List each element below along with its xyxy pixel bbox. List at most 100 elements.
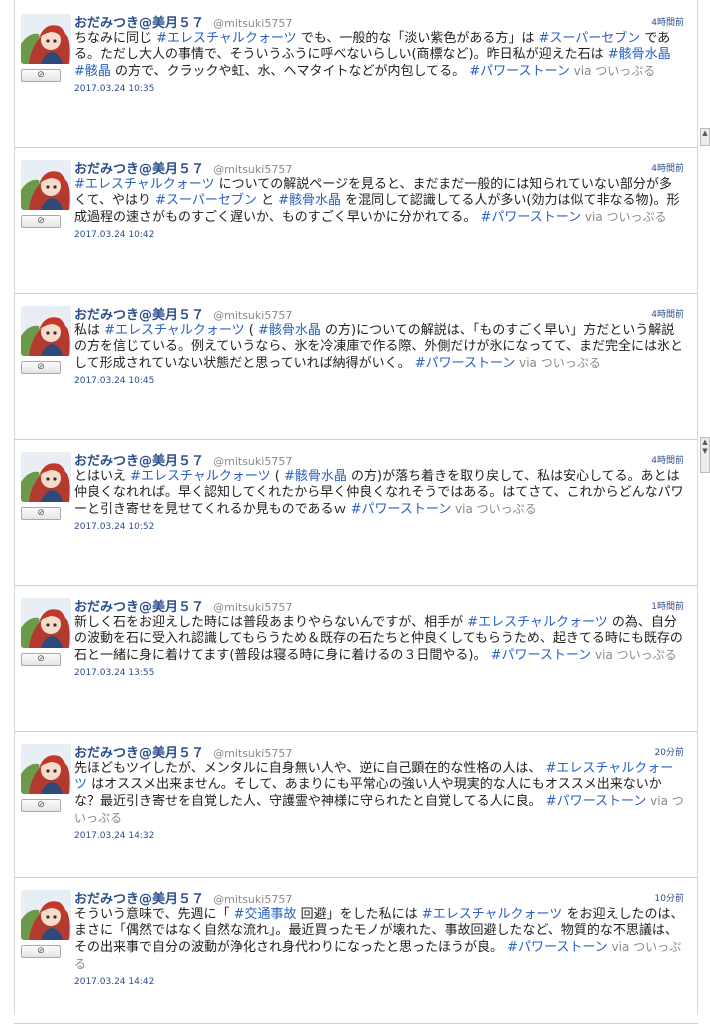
hashtag-link[interactable]: #交通事故	[234, 907, 297, 922]
avatar[interactable]	[21, 452, 71, 502]
user-handle[interactable]: @mitsuki5757	[213, 309, 292, 322]
tweet-date[interactable]: 2017.03.24 14:32	[74, 831, 684, 841]
block-icon: ⊘	[37, 946, 45, 956]
hashtag-link[interactable]: #パワーストーン	[351, 502, 452, 517]
tweet-text-segment: とはいえ	[74, 469, 131, 484]
tweet-text-segment: 新しく石をお迎えした時には普段あまりやらないんですが、相手が	[74, 615, 468, 630]
via-source[interactable]: via ついっぷる	[451, 502, 537, 516]
tweet-item: ⊘ おだみつき@美月５７ @mitsuki5757 1時間前 新しく石をお迎えし…	[14, 586, 698, 732]
user-name[interactable]: おだみつき@美月５７	[74, 600, 204, 615]
tweet-text: 私は #エレスチャルクォーツ ( #骸骨水晶 の方)についての解説は、「ものすご…	[74, 323, 684, 372]
user-handle[interactable]: @mitsuki5757	[213, 601, 292, 614]
avatar[interactable]	[21, 598, 71, 648]
hashtag-link[interactable]: #骸骨水晶	[278, 193, 341, 208]
tweet-date[interactable]: 2017.03.24 10:42	[74, 230, 684, 240]
block-icon: ⊘	[37, 800, 45, 810]
tweet-header: おだみつき@美月５７ @mitsuki5757 4時間前	[74, 158, 684, 177]
tweet-content: おだみつき@美月５７ @mitsuki5757 4時間前 #エレスチャルクォーツ…	[74, 158, 684, 240]
hashtag-link[interactable]: #エレスチャルクォーツ	[467, 615, 608, 630]
block-button[interactable]: ⊘	[21, 69, 61, 82]
via-source[interactable]: via ついっぷる	[570, 64, 656, 78]
block-icon: ⊘	[37, 508, 45, 518]
relative-time[interactable]: 20分前	[655, 745, 684, 758]
tweet-item: ⊘ おだみつき@美月５７ @mitsuki5757 4時間前 私は #エレスチャ…	[14, 294, 698, 440]
via-source[interactable]: via ついっぷる	[515, 356, 601, 370]
tweet-content: おだみつき@美月５７ @mitsuki5757 10分前 そういう意味で、先週に…	[74, 888, 684, 987]
user-name[interactable]: おだみつき@美月５７	[74, 162, 204, 177]
block-button[interactable]: ⊘	[21, 945, 61, 958]
block-button[interactable]: ⊘	[21, 361, 61, 374]
tweet-item: ⊘ おだみつき@美月５７ @mitsuki5757 4時間前 とはいえ #エレス…	[14, 440, 698, 586]
scroll-arrow-icon: ▲	[702, 438, 708, 446]
hashtag-link[interactable]: #エレスチャルクォーツ	[130, 469, 271, 484]
hashtag-link[interactable]: #骸骨水晶	[258, 323, 321, 338]
scroll-up-control[interactable]: ▲	[700, 128, 710, 146]
user-name[interactable]: おだみつき@美月５７	[74, 454, 204, 469]
relative-time[interactable]: 4時間前	[651, 161, 684, 174]
block-button[interactable]: ⊘	[21, 507, 61, 520]
via-source[interactable]: via ついっぷる	[591, 648, 677, 662]
user-handle[interactable]: @mitsuki5757	[213, 455, 292, 468]
block-icon: ⊘	[37, 70, 45, 80]
avatar[interactable]	[21, 306, 71, 356]
hashtag-link[interactable]: #パワーストーン	[546, 794, 647, 809]
hashtag-link[interactable]: #エレスチャルクォーツ	[74, 177, 215, 192]
hashtag-link[interactable]: #骸晶	[74, 64, 111, 79]
hashtag-link[interactable]: #エレスチャルクォーツ	[156, 31, 297, 46]
relative-time[interactable]: 10分前	[655, 891, 684, 904]
tweet-text: そういう意味で、先週に「 #交通事故 回避」をした私には #エレスチャルクォーツ…	[74, 907, 684, 973]
tweet-content: おだみつき@美月５７ @mitsuki5757 4時間前 私は #エレスチャルク…	[74, 304, 684, 386]
tweet-text-segment: 回避」をした私には	[296, 907, 422, 922]
block-icon: ⊘	[37, 362, 45, 372]
hashtag-link[interactable]: #パワーストーン	[507, 940, 608, 955]
user-name[interactable]: おだみつき@美月５７	[74, 746, 204, 761]
relative-time[interactable]: 4時間前	[651, 307, 684, 320]
block-button[interactable]: ⊘	[21, 215, 61, 228]
hashtag-link[interactable]: #パワーストーン	[491, 648, 592, 663]
avatar[interactable]	[21, 890, 71, 940]
hashtag-link[interactable]: #パワーストーン	[415, 356, 516, 371]
user-handle[interactable]: @mitsuki5757	[213, 163, 292, 176]
via-source[interactable]: via ついっぷる	[581, 210, 667, 224]
block-button[interactable]: ⊘	[21, 799, 61, 812]
tweet-date[interactable]: 2017.03.24 10:52	[74, 522, 684, 532]
tweet-text: #エレスチャルクォーツ についての解説ページを見ると、まだまだ一般的には知られて…	[74, 177, 684, 226]
user-handle[interactable]: @mitsuki5757	[213, 893, 292, 906]
tweet-text: とはいえ #エレスチャルクォーツ ( #骸骨水晶 の方)が落ち着きを取り戻して、…	[74, 469, 684, 518]
avatar[interactable]	[21, 160, 71, 210]
tweet-text: ちなみに同じ #エレスチャルクォーツ でも、一般的な「淡い紫色がある方」は #ス…	[74, 31, 684, 80]
relative-time[interactable]: 4時間前	[651, 453, 684, 466]
avatar[interactable]	[21, 14, 71, 64]
tweet-date[interactable]: 2017.03.24 10:35	[74, 84, 684, 94]
tweet-date[interactable]: 2017.03.24 13:55	[74, 668, 684, 678]
user-name[interactable]: おだみつき@美月５７	[74, 16, 204, 31]
hashtag-link[interactable]: #スーパーセブン	[155, 193, 257, 208]
tweet-item: ⊘ おだみつき@美月５７ @mitsuki5757 10分前 そういう意味で、先…	[14, 878, 698, 1024]
tweet-item: ⊘ おだみつき@美月５７ @mitsuki5757 4時間前 #エレスチャルクォ…	[14, 148, 698, 294]
hashtag-link[interactable]: #エレスチャルクォーツ	[422, 907, 563, 922]
hashtag-link[interactable]: #骸骨水晶	[608, 47, 671, 62]
tweet-header: おだみつき@美月５７ @mitsuki5757 10分前	[74, 888, 684, 907]
tweet-text-segment: 先ほどもツイしたが、メンタルに自身無い人や、逆に自己顕在的な性格の人は、	[74, 761, 546, 776]
tweet-text-segment: と	[256, 193, 279, 208]
hashtag-link[interactable]: #エレスチャルクォーツ	[104, 323, 245, 338]
user-name[interactable]: おだみつき@美月５７	[74, 892, 204, 907]
scroll-arrow-icon: ▼	[702, 447, 708, 455]
hashtag-link[interactable]: #骸骨水晶	[284, 469, 347, 484]
avatar[interactable]	[21, 744, 71, 794]
tweet-item: ⊘ おだみつき@美月５７ @mitsuki5757 20分前 先ほどもツイしたが…	[14, 732, 698, 878]
hashtag-link[interactable]: #スーパーセブン	[539, 31, 641, 46]
tweet-date[interactable]: 2017.03.24 14:42	[74, 977, 684, 987]
tweet-date[interactable]: 2017.03.24 10:45	[74, 376, 684, 386]
hashtag-link[interactable]: #パワーストーン	[469, 64, 570, 79]
user-handle[interactable]: @mitsuki5757	[213, 17, 292, 30]
tweet-text-segment: の方で、クラックや虹、水、ヘマタイトなどが内包してる。	[110, 64, 470, 79]
hashtag-link[interactable]: #パワーストーン	[480, 210, 581, 225]
scroll-updown-control[interactable]: ▲ ▼	[700, 437, 710, 473]
block-button[interactable]: ⊘	[21, 653, 61, 666]
user-name[interactable]: おだみつき@美月５７	[74, 308, 204, 323]
tweet-content: おだみつき@美月５７ @mitsuki5757 20分前 先ほどもツイしたが、メ…	[74, 742, 684, 841]
relative-time[interactable]: 1時間前	[651, 599, 684, 612]
user-handle[interactable]: @mitsuki5757	[213, 747, 292, 760]
relative-time[interactable]: 4時間前	[651, 15, 684, 28]
